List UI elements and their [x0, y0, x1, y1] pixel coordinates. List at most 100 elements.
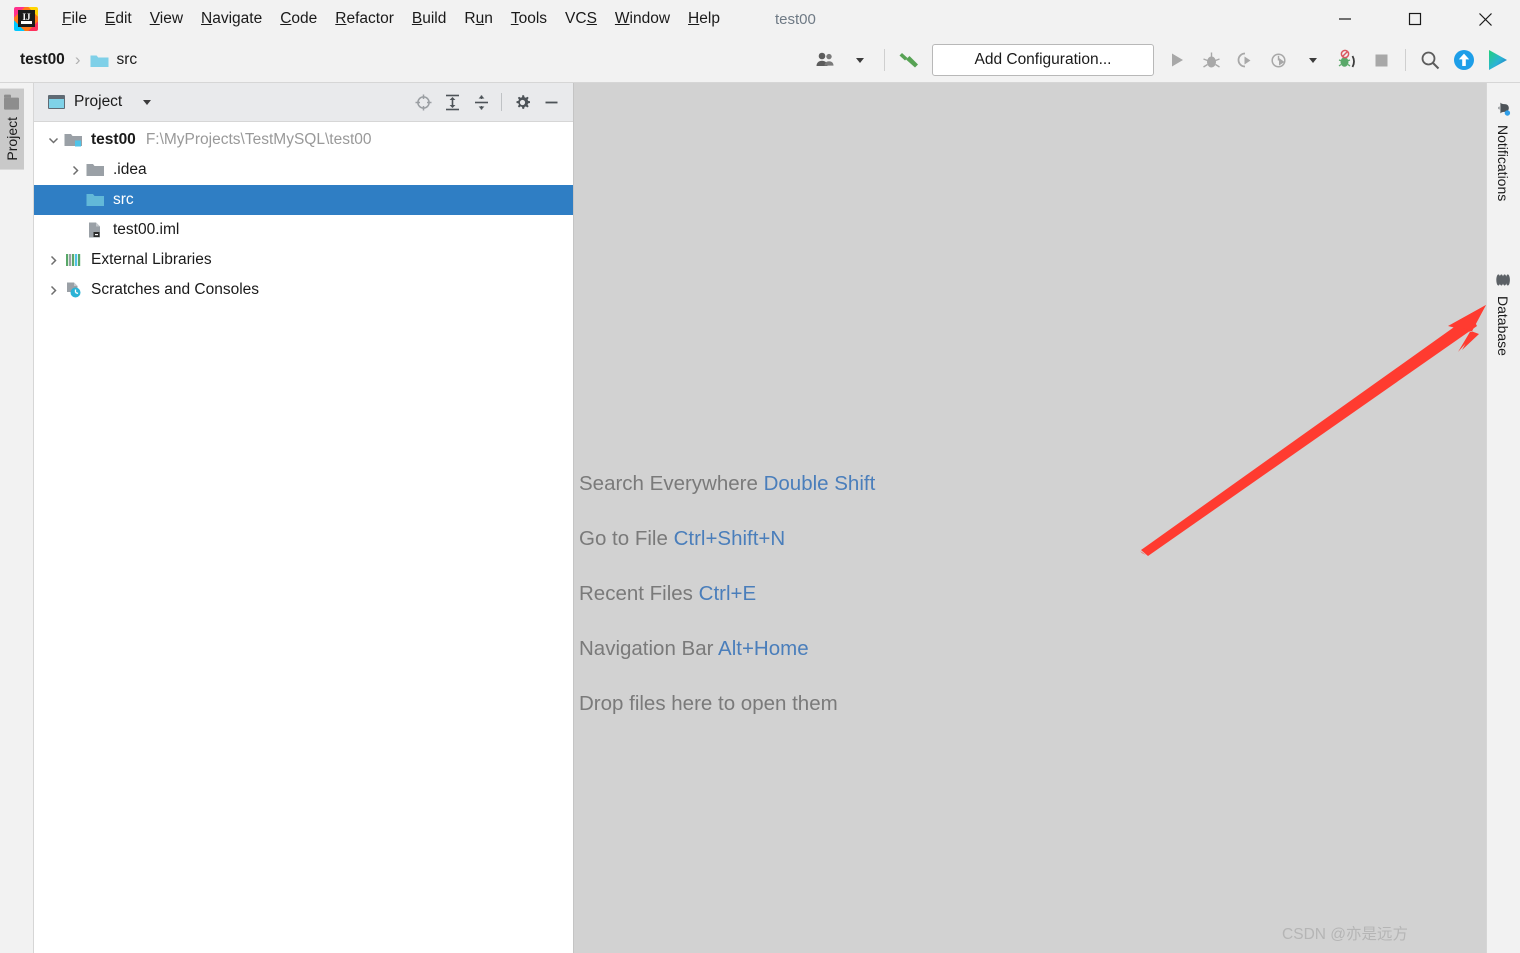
hint-shortcut: Ctrl+Shift+N: [674, 527, 786, 550]
chevron-right-icon[interactable]: [42, 255, 64, 266]
stop-debug-icon[interactable]: [1331, 44, 1363, 76]
breadcrumb-src-label: src: [116, 51, 137, 69]
toolbar-divider: [884, 49, 885, 71]
sidebar-item-notifications[interactable]: Notifications: [1491, 95, 1515, 207]
close-button[interactable]: [1450, 0, 1520, 38]
title-bar: IJ File Edit View Navigate Code Refactor…: [0, 0, 1520, 38]
tree-path-test00: F:\MyProjects\TestMySQL\test00: [146, 131, 372, 149]
hint-navigation-bar: Navigation Bar Alt+Home: [579, 637, 875, 661]
chevron-right-icon[interactable]: [42, 285, 64, 296]
project-panel-header: Project: [34, 83, 573, 122]
minimize-icon: [1338, 12, 1352, 26]
menu-item-navigate[interactable]: Navigate: [192, 7, 271, 31]
menu-item-window[interactable]: Window: [606, 7, 679, 31]
hint-shortcut: Ctrl+E: [699, 582, 757, 605]
menu-item-help[interactable]: Help: [679, 7, 729, 31]
editor-empty-area[interactable]: Search Everywhere Double Shift Go to Fil…: [574, 83, 1486, 953]
sidebar-item-project[interactable]: Project: [0, 89, 24, 170]
project-panel-title[interactable]: Project: [48, 93, 151, 111]
menu-item-build[interactable]: Build: [403, 7, 455, 31]
debug-icon[interactable]: [1195, 44, 1227, 76]
expand-all-icon[interactable]: [438, 88, 466, 116]
hint-recent-files: Recent Files Ctrl+E: [579, 582, 875, 606]
project-tree[interactable]: test00 F:\MyProjects\TestMySQL\test00 .i…: [34, 122, 573, 953]
tree-row-external-libraries[interactable]: External Libraries: [34, 245, 573, 275]
libraries-icon: [64, 252, 86, 268]
select-opened-file-icon[interactable]: [409, 88, 437, 116]
folder-icon: [90, 53, 109, 68]
ide-logo-icon[interactable]: [1482, 44, 1514, 76]
menu-item-refactor[interactable]: Refactor: [326, 7, 403, 31]
menu-item-tools[interactable]: Tools: [502, 7, 556, 31]
maximize-button[interactable]: [1380, 0, 1450, 38]
sidebar-item-database[interactable]: Database: [1491, 267, 1515, 362]
people-icon[interactable]: [810, 44, 842, 76]
update-icon[interactable]: [1448, 44, 1480, 76]
sidebar-item-project-label: Project: [4, 117, 20, 161]
tree-label-test00-iml: test00.iml: [113, 221, 179, 239]
maximize-icon: [1408, 12, 1422, 26]
menu-item-view[interactable]: View: [141, 7, 192, 31]
database-icon: [1496, 273, 1511, 288]
hide-icon[interactable]: [537, 88, 565, 116]
tree-row-idea[interactable]: .idea: [34, 155, 573, 185]
toolbar-actions: Add Configuration...: [810, 38, 1514, 82]
hint-shortcut: Double Shift: [764, 472, 876, 495]
profile-icon[interactable]: [1263, 44, 1295, 76]
run-coverage-icon[interactable]: [1229, 44, 1261, 76]
window-controls: [1310, 0, 1520, 38]
folder-icon: [5, 98, 20, 110]
run-configuration-selector[interactable]: Add Configuration...: [932, 44, 1154, 76]
panel-toolbar-divider: [501, 93, 502, 111]
tree-row-test00[interactable]: test00 F:\MyProjects\TestMySQL\test00: [34, 125, 573, 155]
hammer-icon[interactable]: [893, 44, 925, 76]
project-tool-window: Project: [34, 83, 574, 953]
menu-item-vcs[interactable]: VCS: [556, 7, 606, 31]
tree-row-src[interactable]: src: [34, 185, 573, 215]
minimize-button[interactable]: [1310, 0, 1380, 38]
watermark: CSDN @亦是远方: [1282, 922, 1408, 944]
folder-grey-icon: [86, 162, 108, 178]
left-tool-strip: Project: [0, 83, 34, 953]
breadcrumb-separator: ›: [75, 50, 81, 70]
sidebar-item-notifications-label: Notifications: [1495, 125, 1511, 201]
chevron-down-icon[interactable]: [42, 135, 64, 146]
chevron-down-icon[interactable]: [844, 44, 876, 76]
hint-drop-files: Drop files here to open them: [579, 692, 875, 716]
collapse-all-icon[interactable]: [467, 88, 495, 116]
menu-item-file[interactable]: File: [53, 7, 96, 31]
close-icon: [1478, 12, 1493, 27]
breadcrumb: test00 › src: [16, 49, 141, 71]
search-icon[interactable]: [1414, 44, 1446, 76]
tree-label-test00: test00: [91, 131, 136, 149]
breadcrumb-root[interactable]: test00: [16, 49, 69, 71]
toolbar-divider: [1405, 49, 1406, 71]
menu-bar: File Edit View Navigate Code Refactor Bu…: [53, 0, 729, 38]
sidebar-item-database-label: Database: [1495, 296, 1511, 356]
breadcrumb-src[interactable]: src: [86, 49, 141, 71]
chevron-down-icon[interactable]: [1297, 44, 1329, 76]
module-folder-icon: [64, 132, 86, 148]
tree-row-test00-iml[interactable]: test00.iml: [34, 215, 573, 245]
hint-shortcut: Alt+Home: [718, 637, 809, 660]
hint-label: Go to File: [579, 527, 674, 550]
gear-icon[interactable]: [508, 88, 536, 116]
editor-hints: Search Everywhere Double Shift Go to Fil…: [579, 472, 875, 716]
chevron-down-icon[interactable]: [143, 100, 151, 105]
idea-window: IJ File Edit View Navigate Code Refactor…: [0, 0, 1520, 953]
tree-label-idea: .idea: [113, 161, 147, 179]
hint-label: Drop files here to open them: [579, 692, 838, 715]
menu-item-edit[interactable]: Edit: [96, 7, 141, 31]
menu-item-code[interactable]: Code: [271, 7, 326, 31]
stop-icon[interactable]: [1365, 44, 1397, 76]
hint-label: Navigation Bar: [579, 637, 718, 660]
tree-row-scratches-and-consoles[interactable]: Scratches and Consoles: [34, 275, 573, 305]
intellij-idea-logo-icon: IJ: [13, 6, 39, 32]
hint-label: Recent Files: [579, 582, 699, 605]
run-icon[interactable]: [1161, 44, 1193, 76]
menu-item-run[interactable]: Run: [455, 7, 501, 31]
hint-search-everywhere: Search Everywhere Double Shift: [579, 472, 875, 496]
source-folder-icon: [86, 192, 108, 208]
chevron-right-icon[interactable]: [64, 165, 86, 176]
project-window-icon: [48, 95, 65, 109]
